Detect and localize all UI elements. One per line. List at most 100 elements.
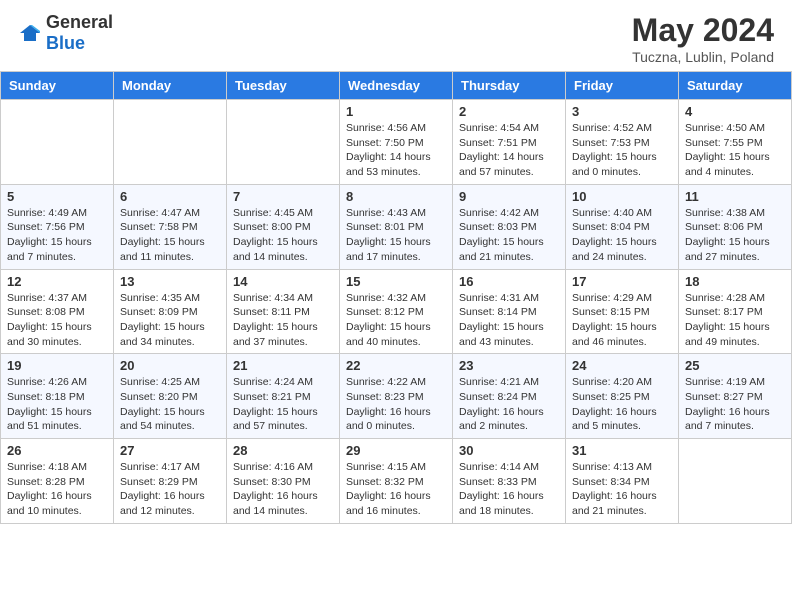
day-detail-30: Sunrise: 4:14 AM Sunset: 8:33 PM Dayligh… xyxy=(459,460,559,519)
cell-0-3: 1 Sunrise: 4:56 AM Sunset: 7:50 PM Daylig… xyxy=(340,100,453,185)
day-detail-31: Sunrise: 4:13 AM Sunset: 8:34 PM Dayligh… xyxy=(572,460,672,519)
cell-4-2: 28 Sunrise: 4:16 AM Sunset: 8:30 PM Dayli… xyxy=(227,439,340,524)
cell-0-6: 4 Sunrise: 4:50 AM Sunset: 7:55 PM Daylig… xyxy=(679,100,792,185)
title-block: May 2024 Tuczna, Lublin, Poland xyxy=(632,12,774,65)
cell-1-1: 6 Sunrise: 4:47 AM Sunset: 7:58 PM Daylig… xyxy=(114,184,227,269)
week-row-0: 1 Sunrise: 4:56 AM Sunset: 7:50 PM Daylig… xyxy=(1,100,792,185)
cell-4-1: 27Sunrise: 4:17 AM Sunset: 8:29 PM Dayli… xyxy=(114,439,227,524)
day-detail-7: Sunrise: 4:45 AM Sunset: 8:00 PM Dayligh… xyxy=(233,206,333,265)
cell-3-3: 22Sunrise: 4:22 AM Sunset: 8:23 PM Dayli… xyxy=(340,354,453,439)
header-monday: Monday xyxy=(114,72,227,100)
title-location: Tuczna, Lublin, Poland xyxy=(632,49,774,65)
day-number-27: 27 xyxy=(120,443,220,458)
day-number-16: 16 xyxy=(459,274,559,289)
cell-3-6: 25Sunrise: 4:19 AM Sunset: 8:27 PM Dayli… xyxy=(679,354,792,439)
day-number-30: 30 xyxy=(459,443,559,458)
day-number-1: 1 xyxy=(346,104,446,119)
day-number-6: 6 xyxy=(120,189,220,204)
day-detail-8: Sunrise: 4:43 AM Sunset: 8:01 PM Dayligh… xyxy=(346,206,446,265)
logo-blue: Blue xyxy=(46,33,85,53)
header-friday: Friday xyxy=(566,72,679,100)
cell-1-4: 9Sunrise: 4:42 AM Sunset: 8:03 PM Daylig… xyxy=(453,184,566,269)
cell-3-2: 21Sunrise: 4:24 AM Sunset: 8:21 PM Dayli… xyxy=(227,354,340,439)
day-number-24: 24 xyxy=(572,358,672,373)
header-saturday: Saturday xyxy=(679,72,792,100)
day-number-14: 14 xyxy=(233,274,333,289)
cell-4-3: 29Sunrise: 4:15 AM Sunset: 8:32 PM Dayli… xyxy=(340,439,453,524)
calendar-body: 1 Sunrise: 4:56 AM Sunset: 7:50 PM Daylig… xyxy=(1,100,792,524)
cell-0-2 xyxy=(227,100,340,185)
day-number-22: 22 xyxy=(346,358,446,373)
day-detail-15: Sunrise: 4:32 AM Sunset: 8:12 PM Dayligh… xyxy=(346,291,446,350)
day-detail-6: Sunrise: 4:47 AM Sunset: 7:58 PM Dayligh… xyxy=(120,206,220,265)
day-detail-19: Sunrise: 4:26 AM Sunset: 8:18 PM Dayligh… xyxy=(7,375,107,434)
cell-3-5: 24 Sunrise: 4:20 AM Sunset: 8:25 PM Dayli… xyxy=(566,354,679,439)
weekday-header-row: Sunday Monday Tuesday Wednesday Thursday… xyxy=(1,72,792,100)
day-number-20: 20 xyxy=(120,358,220,373)
day-detail-18: Sunrise: 4:28 AM Sunset: 8:17 PM Dayligh… xyxy=(685,291,785,350)
day-detail-4: Sunrise: 4:50 AM Sunset: 7:55 PM Dayligh… xyxy=(685,121,785,180)
cell-2-5: 17Sunrise: 4:29 AM Sunset: 8:15 PM Dayli… xyxy=(566,269,679,354)
cell-4-5: 31 Sunrise: 4:13 AM Sunset: 8:34 PM Dayli… xyxy=(566,439,679,524)
cell-3-0: 19 Sunrise: 4:26 AM Sunset: 8:18 PM Dayli… xyxy=(1,354,114,439)
cell-1-3: 8 Sunrise: 4:43 AM Sunset: 8:01 PM Daylig… xyxy=(340,184,453,269)
cell-4-0: 26Sunrise: 4:18 AM Sunset: 8:28 PM Dayli… xyxy=(1,439,114,524)
day-detail-1: Sunrise: 4:56 AM Sunset: 7:50 PM Dayligh… xyxy=(346,121,446,180)
cell-2-1: 13 Sunrise: 4:35 AM Sunset: 8:09 PM Dayli… xyxy=(114,269,227,354)
cell-1-0: 5 Sunrise: 4:49 AM Sunset: 7:56 PM Daylig… xyxy=(1,184,114,269)
logo: General Blue xyxy=(18,12,113,54)
day-number-11: 11 xyxy=(685,189,785,204)
week-row-4: 26Sunrise: 4:18 AM Sunset: 8:28 PM Dayli… xyxy=(1,439,792,524)
day-detail-11: Sunrise: 4:38 AM Sunset: 8:06 PM Dayligh… xyxy=(685,206,785,265)
header-tuesday: Tuesday xyxy=(227,72,340,100)
cell-0-5: 3Sunrise: 4:52 AM Sunset: 7:53 PM Daylig… xyxy=(566,100,679,185)
logo-icon xyxy=(18,23,42,43)
day-number-23: 23 xyxy=(459,358,559,373)
day-number-28: 28 xyxy=(233,443,333,458)
day-detail-5: Sunrise: 4:49 AM Sunset: 7:56 PM Dayligh… xyxy=(7,206,107,265)
day-number-19: 19 xyxy=(7,358,107,373)
day-detail-29: Sunrise: 4:15 AM Sunset: 8:32 PM Dayligh… xyxy=(346,460,446,519)
day-number-8: 8 xyxy=(346,189,446,204)
day-detail-24: Sunrise: 4:20 AM Sunset: 8:25 PM Dayligh… xyxy=(572,375,672,434)
cell-1-5: 10 Sunrise: 4:40 AM Sunset: 8:04 PM Dayli… xyxy=(566,184,679,269)
page-header: General Blue May 2024 Tuczna, Lublin, Po… xyxy=(0,0,792,71)
week-row-1: 5 Sunrise: 4:49 AM Sunset: 7:56 PM Daylig… xyxy=(1,184,792,269)
cell-2-3: 15 Sunrise: 4:32 AM Sunset: 8:12 PM Dayli… xyxy=(340,269,453,354)
day-detail-25: Sunrise: 4:19 AM Sunset: 8:27 PM Dayligh… xyxy=(685,375,785,434)
day-detail-14: Sunrise: 4:34 AM Sunset: 8:11 PM Dayligh… xyxy=(233,291,333,350)
day-number-31: 31 xyxy=(572,443,672,458)
day-detail-17: Sunrise: 4:29 AM Sunset: 8:15 PM Dayligh… xyxy=(572,291,672,350)
day-number-12: 12 xyxy=(7,274,107,289)
day-number-5: 5 xyxy=(7,189,107,204)
day-number-18: 18 xyxy=(685,274,785,289)
day-detail-12: Sunrise: 4:37 AM Sunset: 8:08 PM Dayligh… xyxy=(7,291,107,350)
day-detail-16: Sunrise: 4:31 AM Sunset: 8:14 PM Dayligh… xyxy=(459,291,559,350)
day-detail-2: Sunrise: 4:54 AM Sunset: 7:51 PM Dayligh… xyxy=(459,121,559,180)
cell-0-1 xyxy=(114,100,227,185)
day-number-15: 15 xyxy=(346,274,446,289)
cell-2-0: 12 Sunrise: 4:37 AM Sunset: 8:08 PM Dayli… xyxy=(1,269,114,354)
day-number-4: 4 xyxy=(685,104,785,119)
cell-2-4: 16 Sunrise: 4:31 AM Sunset: 8:14 PM Dayli… xyxy=(453,269,566,354)
day-number-10: 10 xyxy=(572,189,672,204)
day-number-13: 13 xyxy=(120,274,220,289)
cell-4-4: 30 Sunrise: 4:14 AM Sunset: 8:33 PM Dayli… xyxy=(453,439,566,524)
header-sunday: Sunday xyxy=(1,72,114,100)
cell-0-4: 2 Sunrise: 4:54 AM Sunset: 7:51 PM Daylig… xyxy=(453,100,566,185)
day-detail-3: Sunrise: 4:52 AM Sunset: 7:53 PM Dayligh… xyxy=(572,121,672,180)
cell-3-4: 23Sunrise: 4:21 AM Sunset: 8:24 PM Dayli… xyxy=(453,354,566,439)
calendar-header: Sunday Monday Tuesday Wednesday Thursday… xyxy=(1,72,792,100)
day-number-7: 7 xyxy=(233,189,333,204)
cell-1-6: 11 Sunrise: 4:38 AM Sunset: 8:06 PM Dayli… xyxy=(679,184,792,269)
day-detail-10: Sunrise: 4:40 AM Sunset: 8:04 PM Dayligh… xyxy=(572,206,672,265)
header-wednesday: Wednesday xyxy=(340,72,453,100)
logo-general: General xyxy=(46,12,113,32)
day-detail-21: Sunrise: 4:24 AM Sunset: 8:21 PM Dayligh… xyxy=(233,375,333,434)
day-detail-13: Sunrise: 4:35 AM Sunset: 8:09 PM Dayligh… xyxy=(120,291,220,350)
day-detail-20: Sunrise: 4:25 AM Sunset: 8:20 PM Dayligh… xyxy=(120,375,220,434)
day-detail-28: Sunrise: 4:16 AM Sunset: 8:30 PM Dayligh… xyxy=(233,460,333,519)
day-number-2: 2 xyxy=(459,104,559,119)
header-thursday: Thursday xyxy=(453,72,566,100)
cell-1-2: 7 Sunrise: 4:45 AM Sunset: 8:00 PM Daylig… xyxy=(227,184,340,269)
